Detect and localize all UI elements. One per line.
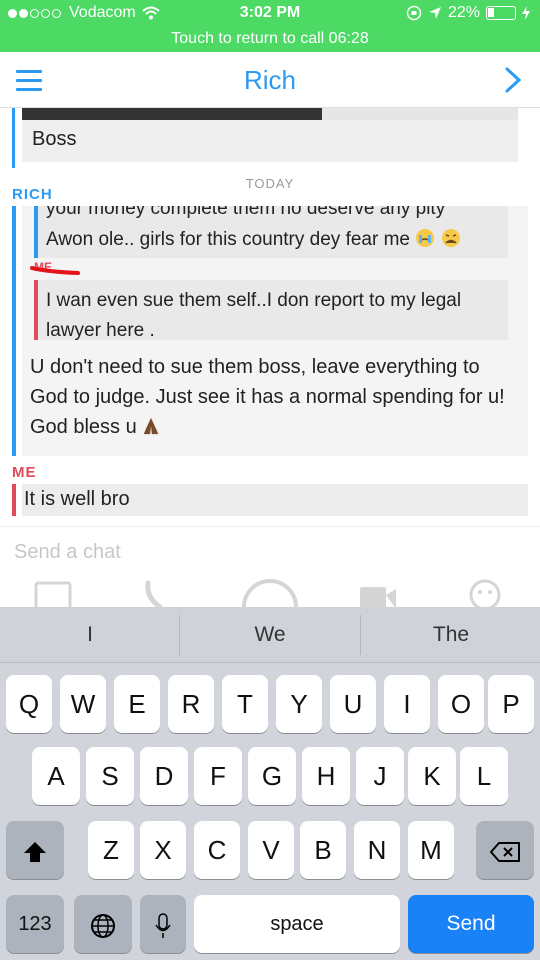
composer-toolbar bbox=[0, 577, 540, 635]
orientation-lock-icon bbox=[406, 5, 422, 21]
rich-message-bar bbox=[12, 206, 16, 456]
key-v[interactable]: V bbox=[248, 821, 294, 879]
quoted-message-me[interactable]: I wan even sue them self..I don report t… bbox=[34, 280, 508, 341]
return-to-call-banner[interactable]: Touch to return to call 06:28 bbox=[0, 28, 540, 52]
keyboard: Q W E R T Y U I O P A S D F G H J K L Z … bbox=[0, 663, 540, 960]
dictation-key[interactable] bbox=[140, 895, 186, 953]
key-j[interactable]: J bbox=[356, 747, 404, 805]
key-q[interactable]: Q bbox=[6, 675, 52, 733]
key-i[interactable]: I bbox=[384, 675, 430, 733]
reply-text: U don't need to sue them boss, leave eve… bbox=[30, 356, 505, 438]
key-e[interactable]: E bbox=[114, 675, 160, 733]
numbers-key[interactable]: 123 bbox=[6, 895, 64, 953]
key-r[interactable]: R bbox=[168, 675, 214, 733]
key-w[interactable]: W bbox=[60, 675, 106, 733]
weary-face-emoji-icon bbox=[441, 229, 460, 247]
globe-key[interactable] bbox=[74, 895, 132, 953]
composer: Send a chat bbox=[0, 526, 540, 635]
key-s[interactable]: S bbox=[86, 747, 134, 805]
key-c[interactable]: C bbox=[194, 821, 240, 879]
me-message-bubble[interactable]: It is well bro bbox=[22, 484, 528, 516]
key-h[interactable]: H bbox=[302, 747, 350, 805]
key-z[interactable]: Z bbox=[88, 821, 134, 879]
chat-input[interactable]: Send a chat bbox=[14, 541, 121, 564]
key-o[interactable]: O bbox=[438, 675, 484, 733]
key-m[interactable]: M bbox=[408, 821, 454, 879]
key-a[interactable]: A bbox=[32, 747, 80, 805]
key-l[interactable]: L bbox=[460, 747, 508, 805]
key-g[interactable]: G bbox=[248, 747, 296, 805]
contact-name[interactable]: Rich bbox=[0, 65, 540, 96]
crying-face-emoji-icon bbox=[416, 229, 435, 247]
chat-messages[interactable]: Boss TODAY RICH your money complete them… bbox=[0, 108, 540, 526]
suggestion-2[interactable]: We bbox=[180, 607, 360, 663]
chat-header: Rich bbox=[0, 52, 540, 108]
charging-icon bbox=[522, 6, 530, 20]
quoted-me-text: I wan even sue them self..I don report t… bbox=[46, 290, 462, 341]
battery-icon bbox=[486, 6, 516, 20]
predictive-bar: I We The bbox=[0, 607, 540, 663]
previous-message-bar bbox=[12, 108, 15, 168]
location-icon bbox=[428, 7, 441, 19]
date-divider: TODAY bbox=[245, 176, 295, 191]
chevron-right-icon[interactable] bbox=[502, 66, 524, 94]
quoted-text-line: Awon ole.. girls for this country dey fe… bbox=[46, 228, 461, 251]
key-u[interactable]: U bbox=[330, 675, 376, 733]
key-t[interactable]: T bbox=[222, 675, 268, 733]
shift-key[interactable] bbox=[6, 821, 64, 879]
send-key[interactable]: Send bbox=[408, 895, 534, 953]
quoted-text: Awon ole.. girls for this country dey fe… bbox=[46, 229, 410, 250]
backspace-key[interactable] bbox=[476, 821, 534, 879]
key-p[interactable]: P bbox=[488, 675, 534, 733]
suggestion-1[interactable]: I bbox=[0, 607, 180, 663]
status-right: 22% bbox=[406, 4, 530, 22]
key-x[interactable]: X bbox=[140, 821, 186, 879]
key-n[interactable]: N bbox=[354, 821, 400, 879]
battery-percent: 22% bbox=[447, 4, 480, 21]
me-message-bar bbox=[12, 484, 16, 516]
sender-label-rich: RICH bbox=[12, 186, 53, 203]
status-bar: Vodacom 3:02 PM 22% bbox=[0, 0, 540, 28]
key-b[interactable]: B bbox=[300, 821, 346, 879]
backspace-icon bbox=[490, 842, 520, 863]
key-d[interactable]: D bbox=[140, 747, 188, 805]
sender-label-me: ME bbox=[12, 464, 37, 481]
suggestion-3[interactable]: The bbox=[361, 607, 540, 663]
space-key[interactable]: space bbox=[194, 895, 400, 953]
key-f[interactable]: F bbox=[194, 747, 242, 805]
previous-caption: Boss bbox=[22, 120, 518, 162]
red-scribble-mark bbox=[30, 266, 80, 275]
shift-arrow-icon bbox=[24, 842, 46, 863]
quoted-text-partial: your money complete them no deserve any … bbox=[46, 206, 446, 219]
key-y[interactable]: Y bbox=[276, 675, 322, 733]
folded-hands-emoji-icon bbox=[144, 417, 159, 435]
microphone-icon bbox=[155, 913, 171, 939]
quoted-message-rich[interactable]: your money complete them no deserve any … bbox=[34, 206, 508, 258]
globe-icon bbox=[91, 914, 115, 939]
reply-message: U don't need to sue them boss, leave eve… bbox=[30, 352, 510, 442]
key-k[interactable]: K bbox=[408, 747, 456, 805]
